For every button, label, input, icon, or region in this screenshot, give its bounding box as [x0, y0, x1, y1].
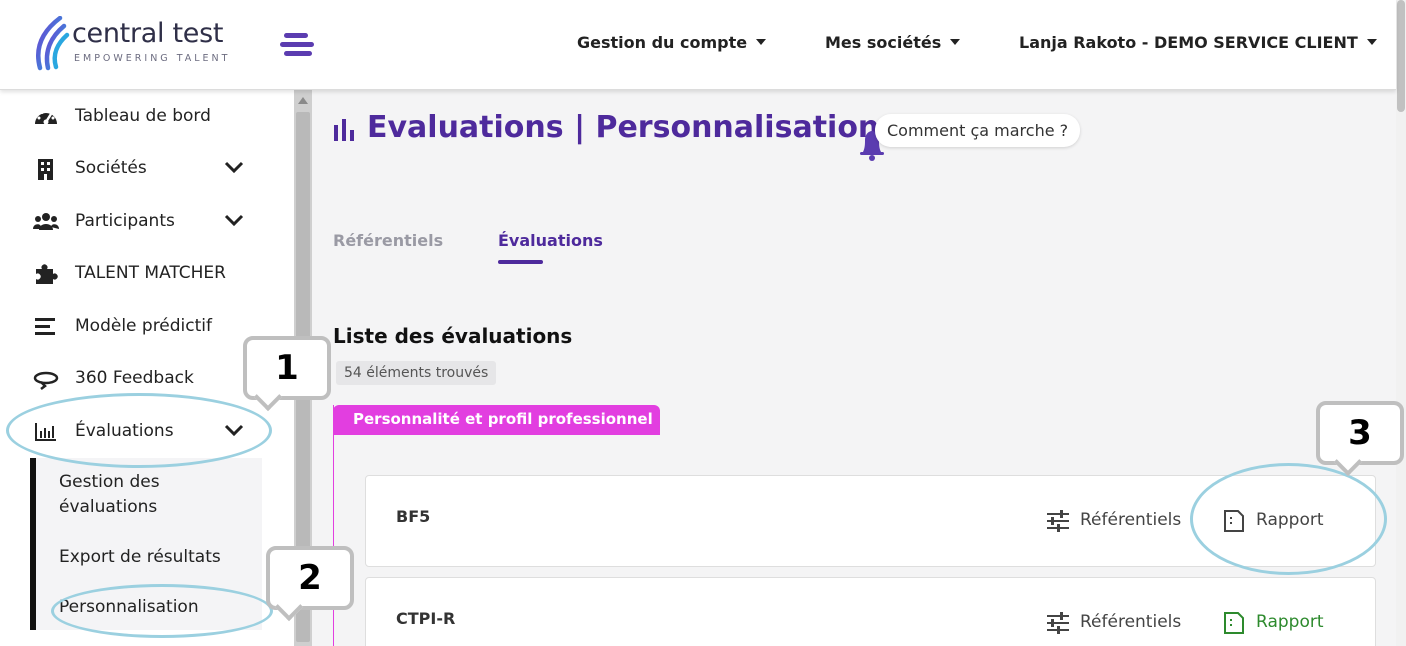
submenu-item-personalisation[interactable]: Personnalisation	[59, 595, 199, 620]
bar-chart-icon	[334, 119, 354, 141]
results-count-badge: 54 éléments trouvés	[336, 361, 497, 385]
users-icon	[33, 213, 59, 230]
submenu-item-manage-evaluations[interactable]: Gestion des évaluations	[59, 470, 229, 520]
chevron-down-icon	[224, 214, 244, 227]
sidebar-item-participants[interactable]: Participants	[0, 199, 294, 243]
sidebar-item-evaluations[interactable]: Évaluations	[0, 409, 294, 453]
rapport-link[interactable]: Rapport	[1222, 612, 1342, 636]
list-title: Liste des évaluations	[333, 324, 573, 348]
evaluation-card: BF5 Référentiels Rapport	[365, 475, 1376, 567]
document-icon	[1224, 510, 1244, 532]
scroll-up-arrow-icon[interactable]	[298, 97, 308, 104]
callout-step-3: 3	[1316, 401, 1404, 465]
referentiels-link-label: Référentiels	[1080, 510, 1182, 530]
referentiels-link[interactable]: Référentiels	[1046, 510, 1196, 534]
chevron-down-icon	[224, 161, 244, 174]
page-title: Evaluations | Personnalisation	[367, 110, 880, 145]
chart-icon	[35, 423, 56, 441]
category-tag: Personnalité et profil professionnel	[333, 405, 660, 435]
tab-evaluations[interactable]: Évaluations	[498, 231, 603, 250]
building-icon	[38, 159, 53, 180]
sidebar-item-dashboard[interactable]: Tableau de bord	[0, 94, 294, 138]
callout-step-1: 1	[243, 336, 331, 400]
bars-icon	[35, 318, 55, 335]
tab-referentiels[interactable]: Référentiels	[333, 231, 443, 250]
help-button[interactable]: Comment ça marche ?	[875, 114, 1081, 147]
chevron-down-icon	[224, 424, 244, 437]
window-scrollbar-thumb[interactable]	[1397, 0, 1405, 112]
puzzle-icon	[36, 264, 58, 284]
top-bar: central test EMPOWERING TALENT Gestion d…	[0, 0, 1396, 90]
rapport-link[interactable]: Rapport	[1222, 510, 1342, 534]
referentiels-link-label: Référentiels	[1080, 612, 1182, 632]
main-content: Evaluations | Personnalisation Comment ç…	[312, 90, 1396, 646]
caret-down-icon	[950, 39, 961, 45]
sidebar-item-label: Modèle prédictif	[75, 316, 213, 336]
sidebar-item-companies[interactable]: Sociétés	[0, 146, 294, 190]
logo-name: central test	[72, 18, 224, 49]
user-menu[interactable]: Lanja Rakoto - DEMO SERVICE CLIENT	[1019, 33, 1377, 52]
document-icon	[1224, 612, 1244, 634]
companies-menu[interactable]: Mes sociétés	[825, 33, 961, 52]
evaluation-card: CTPI-R Référentiels Rapport	[365, 577, 1376, 646]
sidebar-item-talent-matcher[interactable]: TALENT MATCHER	[0, 251, 294, 295]
logo-mark-icon	[36, 16, 70, 71]
caret-down-icon	[756, 39, 767, 45]
sidebar-item-label: Sociétés	[75, 158, 147, 178]
rotate-icon	[33, 371, 59, 390]
sliders-icon	[1047, 612, 1069, 634]
caret-down-icon	[1366, 39, 1377, 45]
central-test-logo[interactable]: central test EMPOWERING TALENT	[30, 16, 250, 72]
logo-tagline: EMPOWERING TALENT	[74, 53, 231, 64]
window-scrollbar[interactable]	[1396, 0, 1406, 646]
sidebar-item-label: Tableau de bord	[75, 106, 211, 126]
referentiels-link[interactable]: Référentiels	[1046, 612, 1196, 636]
callout-step-2: 2	[266, 546, 354, 610]
user-menu-label: Lanja Rakoto - DEMO SERVICE CLIENT	[1019, 33, 1358, 52]
submenu-item-export-results[interactable]: Export de résultats	[59, 545, 221, 570]
sidebar-item-label: Participants	[75, 211, 175, 231]
evaluation-name: CTPI-R	[396, 609, 456, 628]
sidebar-item-label: TALENT MATCHER	[75, 263, 226, 283]
sidebar-item-label: 360 Feedback	[75, 368, 194, 388]
companies-menu-label: Mes sociétés	[825, 33, 942, 52]
sidebar-item-label: Évaluations	[75, 421, 174, 441]
evaluation-name: BF5	[396, 507, 431, 526]
account-menu[interactable]: Gestion du compte	[577, 33, 767, 52]
sliders-icon	[1047, 510, 1069, 532]
account-menu-label: Gestion du compte	[577, 33, 748, 52]
active-tab-indicator	[498, 260, 543, 264]
rapport-link-label: Rapport	[1256, 612, 1324, 632]
dashboard-icon	[35, 111, 57, 125]
hamburger-menu-icon[interactable]	[280, 31, 316, 59]
rapport-link-label: Rapport	[1256, 510, 1324, 530]
